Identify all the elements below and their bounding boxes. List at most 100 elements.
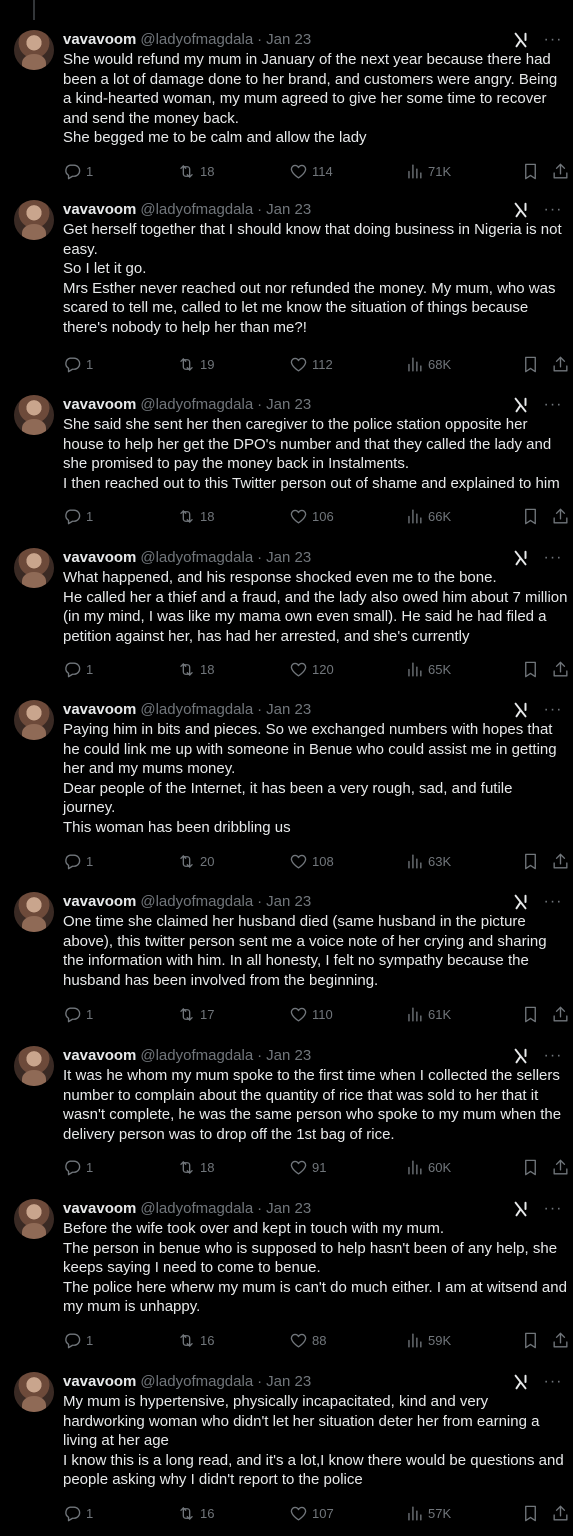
more-icon[interactable]: ··· xyxy=(543,200,563,220)
repost-button[interactable]: 19 xyxy=(177,354,214,374)
repost-button[interactable]: 18 xyxy=(177,506,214,526)
like-button[interactable]: 108 xyxy=(289,851,334,871)
tweet[interactable]: vavavoom @ladyofmagdala · Jan 23 ··· Bef… xyxy=(0,1199,573,1354)
tweet[interactable]: vavavoom @ladyofmagdala · Jan 23 ··· She… xyxy=(0,395,573,530)
views-button[interactable]: 63K xyxy=(405,851,451,871)
share-button[interactable] xyxy=(551,1157,570,1177)
more-icon[interactable]: ··· xyxy=(543,1372,563,1392)
bookmark-button[interactable] xyxy=(521,354,540,374)
handle[interactable]: @ladyofmagdala xyxy=(140,395,253,415)
views-button[interactable]: 61K xyxy=(405,1004,451,1024)
grok-icon[interactable] xyxy=(511,892,531,912)
bookmark-button[interactable] xyxy=(521,1503,540,1523)
grok-icon[interactable] xyxy=(511,1199,531,1219)
repost-button[interactable]: 17 xyxy=(177,1004,214,1024)
share-button[interactable] xyxy=(551,1330,570,1350)
display-name[interactable]: vavavoom xyxy=(63,700,136,720)
more-icon[interactable]: ··· xyxy=(543,548,563,568)
display-name[interactable]: vavavoom xyxy=(63,1046,136,1066)
handle[interactable]: @ladyofmagdala xyxy=(140,548,253,568)
tweet[interactable]: vavavoom @ladyofmagdala · Jan 23 ··· My … xyxy=(0,1372,573,1527)
reply-button[interactable]: 1 xyxy=(63,851,93,871)
grok-icon[interactable] xyxy=(511,1372,531,1392)
bookmark-button[interactable] xyxy=(521,1330,540,1350)
more-icon[interactable]: ··· xyxy=(543,1046,563,1066)
display-name[interactable]: vavavoom xyxy=(63,200,136,220)
tweet-date[interactable]: Jan 23 xyxy=(266,700,311,720)
views-button[interactable]: 66K xyxy=(405,506,451,526)
avatar[interactable] xyxy=(14,1199,54,1239)
tweet-date[interactable]: Jan 23 xyxy=(266,200,311,220)
reply-button[interactable]: 1 xyxy=(63,1004,93,1024)
display-name[interactable]: vavavoom xyxy=(63,1372,136,1392)
tweet[interactable]: vavavoom @ladyofmagdala · Jan 23 ··· One… xyxy=(0,892,573,1028)
tweet-date[interactable]: Jan 23 xyxy=(266,892,311,912)
tweet[interactable]: vavavoom @ladyofmagdala · Jan 23 ··· Get… xyxy=(0,200,573,378)
avatar[interactable] xyxy=(14,1046,54,1086)
reply-button[interactable]: 1 xyxy=(63,354,93,374)
tweet[interactable]: vavavoom @ladyofmagdala · Jan 23 ··· It … xyxy=(0,1046,573,1181)
repost-button[interactable]: 20 xyxy=(177,851,214,871)
more-icon[interactable]: ··· xyxy=(543,395,563,415)
tweet-date[interactable]: Jan 23 xyxy=(266,1372,311,1392)
tweet-date[interactable]: Jan 23 xyxy=(266,1199,311,1219)
repost-button[interactable]: 18 xyxy=(177,1157,214,1177)
bookmark-button[interactable] xyxy=(521,851,540,871)
tweet-date[interactable]: Jan 23 xyxy=(266,395,311,415)
grok-icon[interactable] xyxy=(511,200,531,220)
views-button[interactable]: 59K xyxy=(405,1330,451,1350)
like-button[interactable]: 114 xyxy=(289,161,333,181)
more-icon[interactable]: ··· xyxy=(543,892,563,912)
grok-icon[interactable] xyxy=(511,30,531,50)
like-button[interactable]: 112 xyxy=(289,354,333,374)
share-button[interactable] xyxy=(551,161,570,181)
views-button[interactable]: 57K xyxy=(405,1503,451,1523)
like-button[interactable]: 120 xyxy=(289,659,334,679)
display-name[interactable]: vavavoom xyxy=(63,548,136,568)
reply-button[interactable]: 1 xyxy=(63,506,93,526)
repost-button[interactable]: 16 xyxy=(177,1503,214,1523)
handle[interactable]: @ladyofmagdala xyxy=(140,1199,253,1219)
tweet[interactable]: vavavoom @ladyofmagdala · Jan 23 ··· Wha… xyxy=(0,548,573,683)
avatar[interactable] xyxy=(14,395,54,435)
more-icon[interactable]: ··· xyxy=(543,700,563,720)
handle[interactable]: @ladyofmagdala xyxy=(140,30,253,50)
repost-button[interactable]: 18 xyxy=(177,659,214,679)
tweet-date[interactable]: Jan 23 xyxy=(266,548,311,568)
handle[interactable]: @ladyofmagdala xyxy=(140,200,253,220)
avatar[interactable] xyxy=(14,1372,54,1412)
repost-button[interactable]: 16 xyxy=(177,1330,214,1350)
bookmark-button[interactable] xyxy=(521,1157,540,1177)
avatar[interactable] xyxy=(14,892,54,932)
share-button[interactable] xyxy=(551,1004,570,1024)
bookmark-button[interactable] xyxy=(521,506,540,526)
handle[interactable]: @ladyofmagdala xyxy=(140,892,253,912)
like-button[interactable]: 110 xyxy=(289,1004,333,1024)
display-name[interactable]: vavavoom xyxy=(63,30,136,50)
views-button[interactable]: 60K xyxy=(405,1157,451,1177)
reply-button[interactable]: 1 xyxy=(63,1157,93,1177)
tweet-date[interactable]: Jan 23 xyxy=(266,1046,311,1066)
tweet[interactable]: vavavoom @ladyofmagdala · Jan 23 ··· She… xyxy=(0,30,573,185)
like-button[interactable]: 91 xyxy=(289,1157,326,1177)
views-button[interactable]: 65K xyxy=(405,659,451,679)
display-name[interactable]: vavavoom xyxy=(63,395,136,415)
like-button[interactable]: 106 xyxy=(289,506,334,526)
display-name[interactable]: vavavoom xyxy=(63,892,136,912)
share-button[interactable] xyxy=(551,354,570,374)
share-button[interactable] xyxy=(551,851,570,871)
share-button[interactable] xyxy=(551,506,570,526)
reply-button[interactable]: 1 xyxy=(63,1330,93,1350)
handle[interactable]: @ladyofmagdala xyxy=(140,1046,253,1066)
grok-icon[interactable] xyxy=(511,1046,531,1066)
reply-button[interactable]: 1 xyxy=(63,659,93,679)
share-button[interactable] xyxy=(551,1503,570,1523)
like-button[interactable]: 88 xyxy=(289,1330,326,1350)
avatar[interactable] xyxy=(14,548,54,588)
grok-icon[interactable] xyxy=(511,700,531,720)
like-button[interactable]: 107 xyxy=(289,1503,334,1523)
display-name[interactable]: vavavoom xyxy=(63,1199,136,1219)
avatar[interactable] xyxy=(14,30,54,70)
tweet-date[interactable]: Jan 23 xyxy=(266,30,311,50)
repost-button[interactable]: 18 xyxy=(177,161,214,181)
